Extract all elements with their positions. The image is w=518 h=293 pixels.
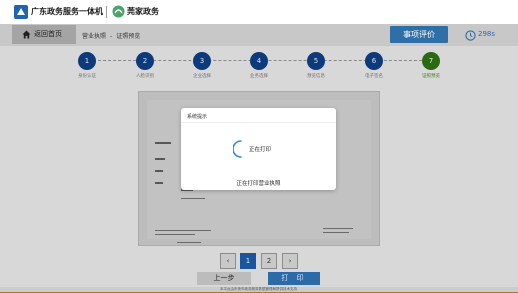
dialog-message: 正在打印营业执照 [236, 181, 281, 187]
dialog-status-text: 正在打印 [249, 147, 272, 153]
page: 广东政务服务一体机 莞家政务 返回首页 营业执照 - 证照预览 事项评价 298s … [0, 0, 518, 293]
dialog-divider [181, 122, 336, 123]
loading-spinner-icon [233, 140, 242, 158]
dialog-title: 系统提示 [187, 114, 208, 120]
system-dialog: 系统提示 正在打印 正在打印营业执照 [181, 108, 336, 190]
